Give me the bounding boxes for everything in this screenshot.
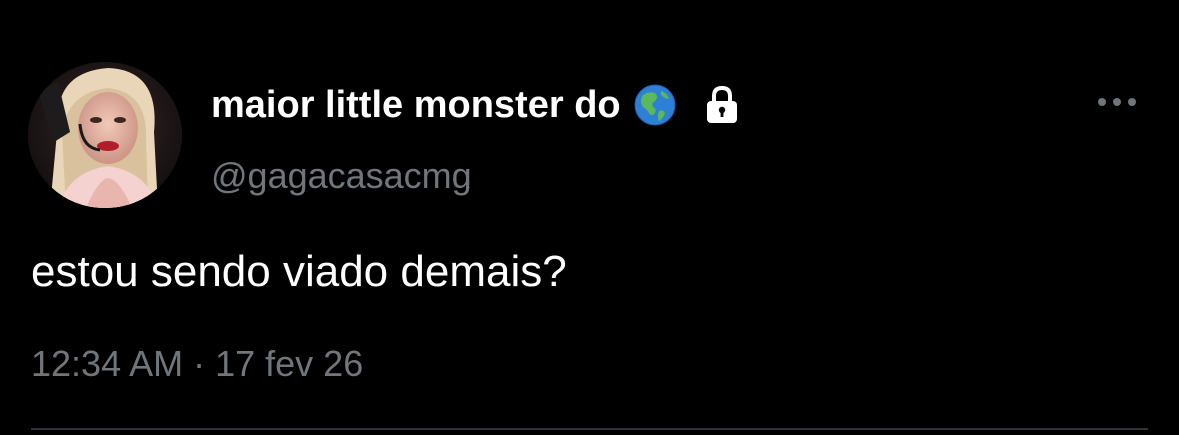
display-name[interactable]: maior little monster do [211, 84, 621, 127]
meta-separator: · [193, 343, 206, 384]
lock-icon [701, 84, 743, 126]
tweet-text: estou sendo viado demais? [31, 247, 567, 296]
avatar[interactable] [28, 62, 182, 208]
tweet-date[interactable]: 17 fev 26 [215, 343, 363, 385]
globe-americas-icon [633, 83, 677, 127]
divider [31, 428, 1148, 430]
tweet: maior little monster do @gagacasacmg est… [0, 0, 1179, 435]
display-name-row: maior little monster do [211, 80, 743, 130]
more-horizontal-icon [1097, 94, 1137, 112]
tweet-metadata: 12:34 AM · 17 fev 26 [31, 343, 363, 385]
more-options-button[interactable] [1092, 86, 1142, 120]
tweet-time[interactable]: 12:34 AM [31, 343, 183, 385]
user-handle[interactable]: @gagacasacmg [211, 155, 472, 197]
